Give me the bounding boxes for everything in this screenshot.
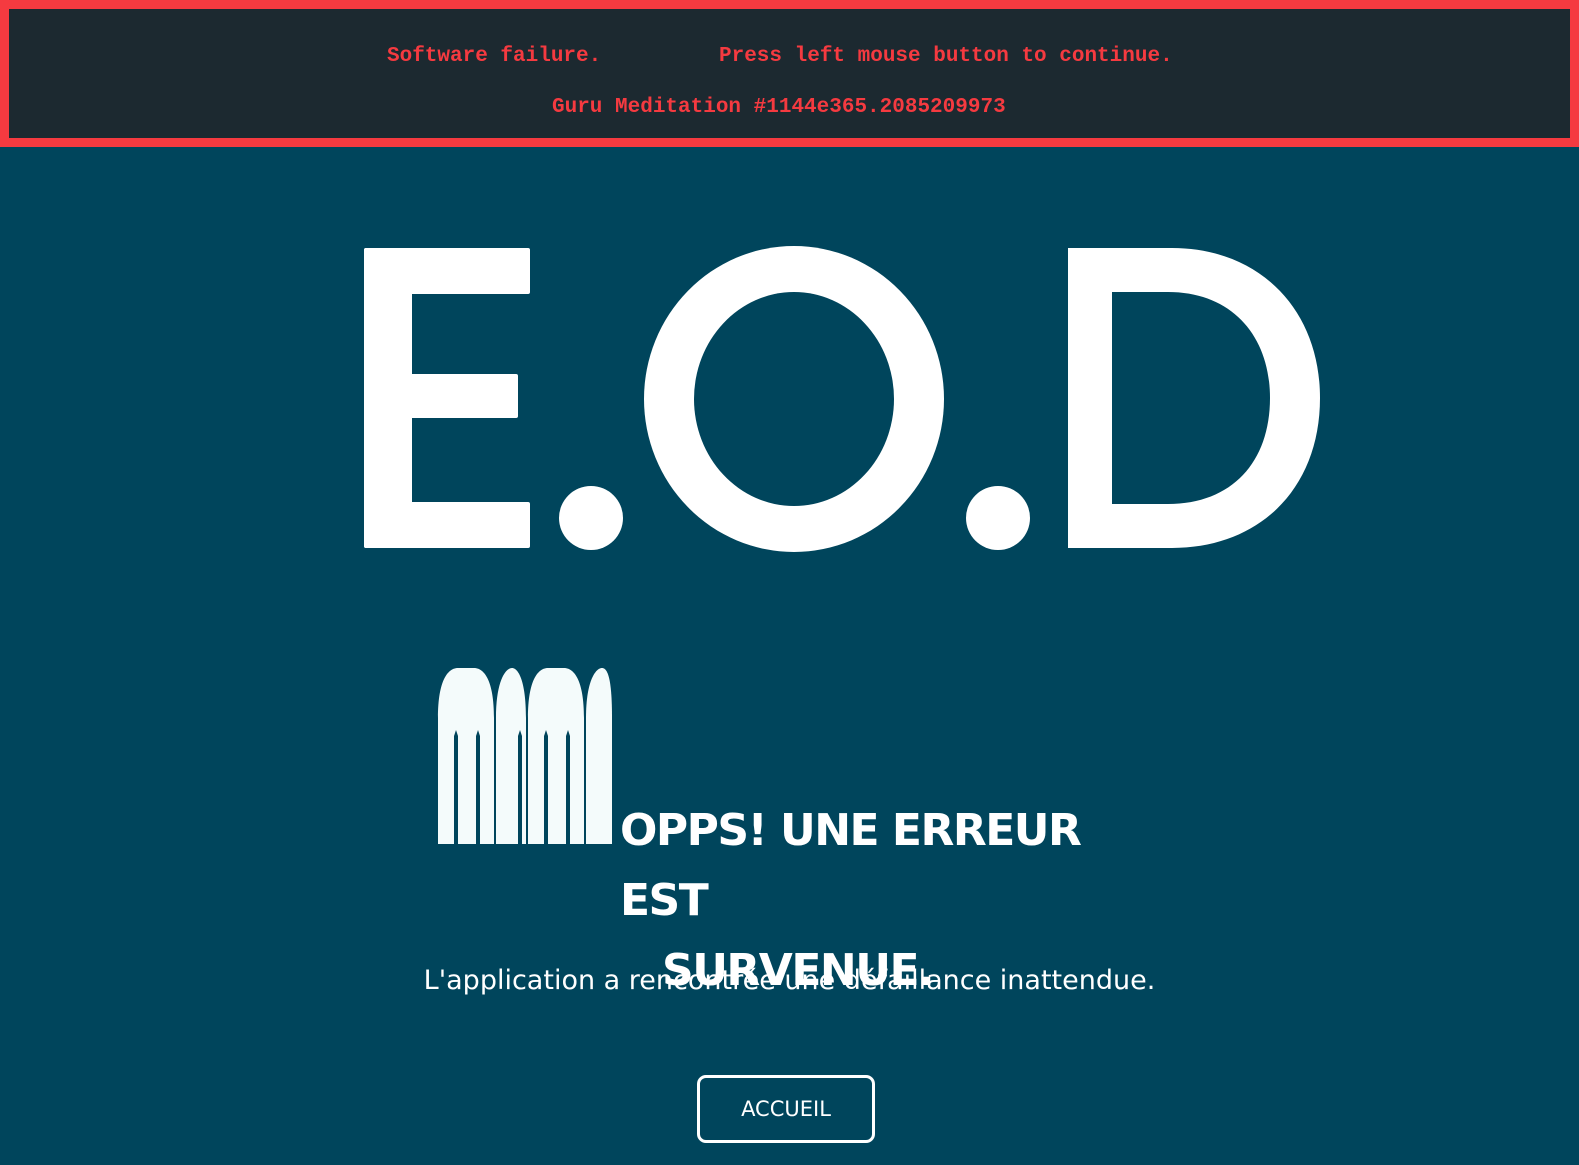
error-headline-line-1: OPPS! UNE ERREUR EST [620,805,1082,926]
logo-letter-d [1068,248,1320,548]
continue-instruction-text: Press left mouse button to continue. [719,45,1173,68]
bullets-icon [436,666,616,850]
logo-letter-o [644,246,944,552]
logo-dot-1 [559,486,623,550]
software-failure-text: Software failure. [387,45,602,68]
error-message: L'application a rencontrée une défaillan… [423,965,1156,996]
eod-logo [360,240,1330,560]
home-button[interactable]: ACCUEIL [697,1075,875,1143]
eod-logo-graphic [364,246,1320,552]
guru-meditation-banner[interactable]: Software failure. Press left mouse butto… [0,0,1579,147]
guru-meditation-code: Guru Meditation #1144e365.2085209973 [552,96,1006,119]
logo-letter-e [364,248,530,548]
logo-dot-2 [966,486,1030,550]
